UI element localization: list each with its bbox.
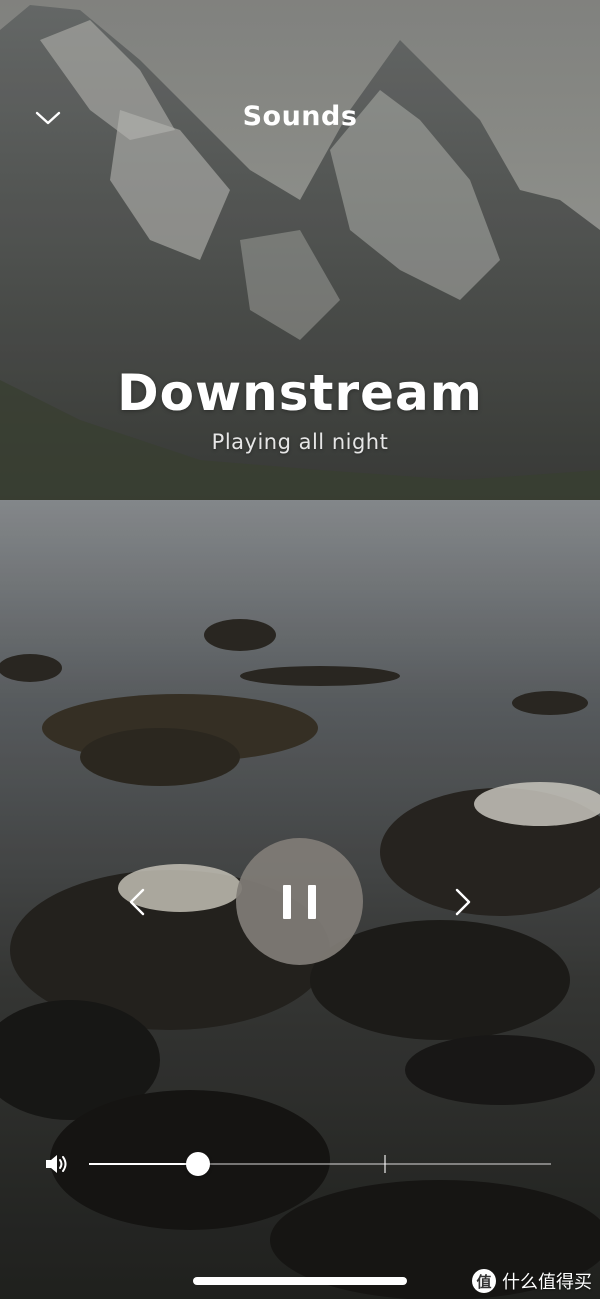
speaker-icon <box>46 1155 67 1173</box>
watermark: 值 什么值得买 <box>472 1267 592 1295</box>
page-title: Sounds <box>242 101 358 132</box>
home-indicator[interactable] <box>193 1277 407 1285</box>
volume-slider[interactable] <box>89 1150 551 1178</box>
chevron-left-icon[interactable] <box>122 884 152 920</box>
volume-thumb[interactable] <box>186 1152 211 1176</box>
track-title: Downstream <box>117 364 483 422</box>
track-subtitle: Playing all night <box>211 430 389 454</box>
pause-icon <box>283 885 316 919</box>
pause-button[interactable] <box>236 838 363 965</box>
background-image <box>0 0 600 1299</box>
watermark-text: 什么值得买 <box>502 1272 592 1293</box>
volume-fill <box>89 1163 199 1165</box>
chevron-right-icon[interactable] <box>448 884 478 920</box>
volume-marker <box>384 1155 387 1173</box>
watermark-badge: 值 <box>472 1269 496 1293</box>
